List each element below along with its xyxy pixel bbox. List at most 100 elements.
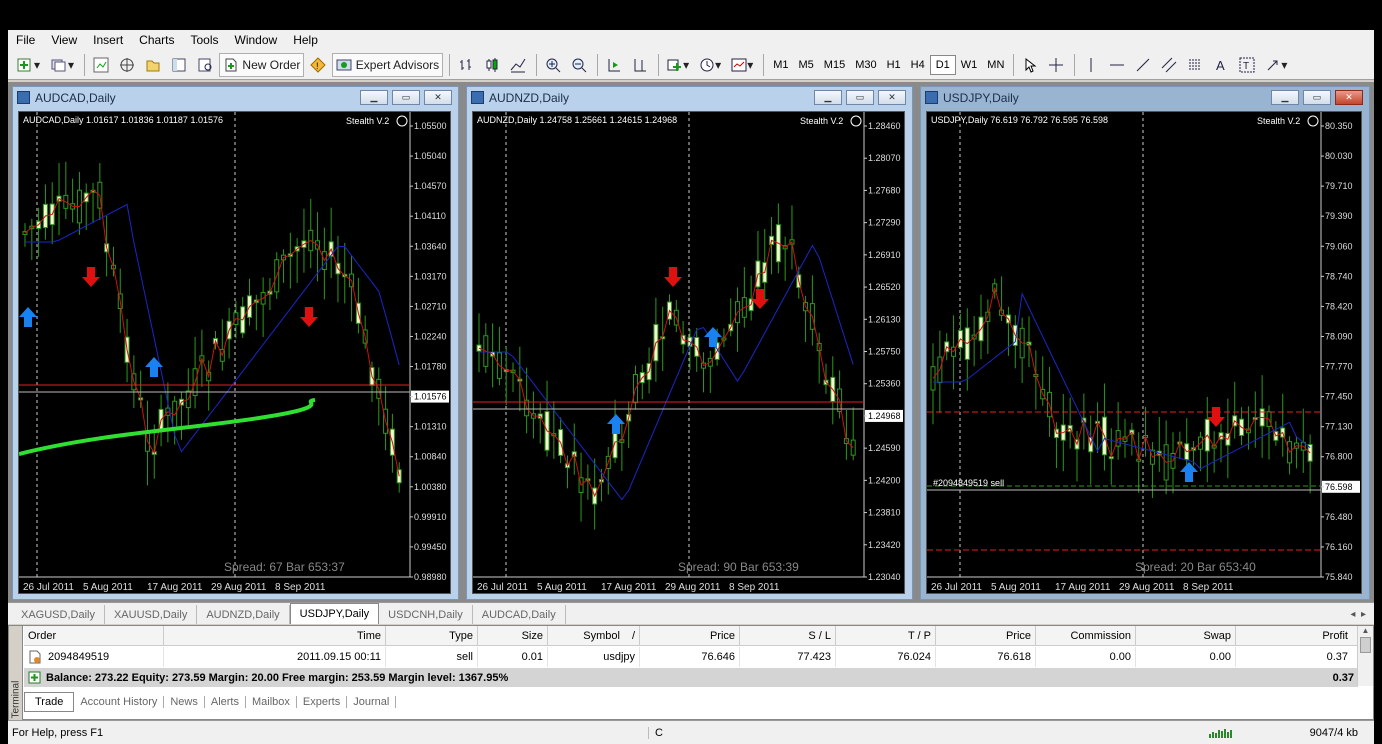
- tab-mailbox[interactable]: Mailbox: [246, 696, 297, 708]
- timeframe-h1[interactable]: H1: [882, 55, 906, 75]
- col-commission[interactable]: Commission: [1036, 626, 1136, 646]
- arrows-icon[interactable]: ▾: [1261, 53, 1291, 77]
- bar-chart-icon[interactable]: [454, 53, 478, 77]
- chart-tab-audnzd[interactable]: AUDNZD,Daily: [197, 605, 290, 624]
- horizontal-line-icon[interactable]: [1105, 53, 1129, 77]
- fibonacci-icon[interactable]: [1183, 53, 1207, 77]
- profiles-icon[interactable]: ▾: [46, 53, 78, 77]
- maximize-button[interactable]: ▭: [392, 90, 420, 105]
- maximize-button[interactable]: ▭: [846, 90, 874, 105]
- crosshair-icon[interactable]: [1044, 53, 1068, 77]
- data-window-icon[interactable]: [141, 53, 165, 77]
- col-profit[interactable]: Profit: [1236, 626, 1352, 646]
- meta-editor-icon[interactable]: !: [306, 53, 330, 77]
- terminal-scrollbar[interactable]: ▲: [1357, 626, 1373, 686]
- buy-arrow-icon: [19, 307, 37, 327]
- cell-tp[interactable]: 76.024: [836, 647, 936, 667]
- strategy-tester-icon[interactable]: [193, 53, 217, 77]
- menu-file[interactable]: File: [8, 33, 43, 47]
- tab-journal[interactable]: Journal: [347, 696, 397, 708]
- timeframe-m5[interactable]: M5: [794, 55, 819, 75]
- tab-alerts[interactable]: Alerts: [205, 696, 246, 708]
- menu-view[interactable]: View: [43, 33, 85, 47]
- col-current-price[interactable]: Price: [936, 626, 1036, 646]
- col-type[interactable]: Type: [386, 626, 478, 646]
- timeframe-w1[interactable]: W1: [956, 55, 983, 75]
- new-order-button[interactable]: New Order: [219, 52, 305, 77]
- col-time[interactable]: Time: [164, 626, 386, 646]
- zoom-in-icon[interactable]: [541, 53, 565, 77]
- tab-experts[interactable]: Experts: [297, 696, 348, 708]
- chart-tab-xagusd[interactable]: XAGUSD,Daily: [12, 605, 105, 624]
- menu-insert[interactable]: Insert: [85, 33, 131, 47]
- timeframe-m30[interactable]: M30: [850, 55, 881, 75]
- price-chart[interactable]: 1.05500 1.05040 1.04570 1.04110 1.03640 1.031…: [18, 111, 451, 594]
- chart-window-audcad[interactable]: AUDCAD,Daily ▁ ▭ ✕ 1.05500 1.05040 1.04570 1.…: [12, 86, 459, 600]
- col-price[interactable]: Price: [640, 626, 740, 646]
- close-button[interactable]: ✕: [1335, 90, 1363, 105]
- maximize-button[interactable]: ▭: [1303, 90, 1331, 105]
- expert-advisors-button[interactable]: Expert Advisors: [332, 52, 444, 77]
- col-size[interactable]: Size: [478, 626, 548, 646]
- timeframe-mn[interactable]: MN: [982, 55, 1009, 75]
- zoom-out-icon[interactable]: [567, 53, 591, 77]
- timeframe-m15[interactable]: M15: [819, 55, 850, 75]
- scroll-up-icon[interactable]: ▲: [1358, 626, 1373, 635]
- menu-help[interactable]: Help: [285, 33, 326, 47]
- menu-tools[interactable]: Tools: [183, 33, 227, 47]
- status-bar: For Help, press F1 C 9047/4 kb: [8, 720, 1374, 744]
- minimize-button[interactable]: ▁: [814, 90, 842, 105]
- vertical-line-icon[interactable]: [1079, 53, 1103, 77]
- close-button[interactable]: ✕: [878, 90, 906, 105]
- price-tick-label: 1.02240: [414, 331, 447, 341]
- chart-tab-xauusd[interactable]: XAUUSD,Daily: [105, 605, 198, 624]
- cell-type: sell: [386, 647, 478, 667]
- balance-summary: Balance: 273.22 Equity: 273.59 Margin: 2…: [46, 671, 509, 684]
- sort-indicator: /: [631, 630, 635, 642]
- chart-tab-usdcnh[interactable]: USDCNH,Daily: [379, 605, 473, 624]
- col-tp[interactable]: T / P: [836, 626, 936, 646]
- minimize-button[interactable]: ▁: [360, 90, 388, 105]
- col-sl[interactable]: S / L: [740, 626, 836, 646]
- chart-window-audnzd[interactable]: AUDNZD,Daily ▁ ▭ ✕ 1.28460 1.28070 1.27680 1.…: [466, 86, 913, 600]
- close-button[interactable]: ✕: [424, 90, 452, 105]
- trendline-icon[interactable]: [1131, 53, 1155, 77]
- equidistant-channel-icon[interactable]: [1157, 53, 1181, 77]
- navigator-icon[interactable]: [115, 53, 139, 77]
- scroll-thumb[interactable]: [1360, 637, 1371, 653]
- price-chart[interactable]: 1.28460 1.28070 1.27680 1.27290 1.26910 1.265…: [472, 111, 905, 594]
- col-order[interactable]: Order: [24, 626, 164, 646]
- chart-tab-usdjpy[interactable]: USDJPY,Daily: [289, 603, 380, 624]
- chart-window-usdjpy[interactable]: USDJPY,Daily ▁ ▭ ✕ 80.350 80.030 79.710 79.39…: [920, 86, 1370, 600]
- periods-icon[interactable]: ▾: [695, 53, 725, 77]
- col-symbol[interactable]: Symbol /: [548, 626, 640, 646]
- market-watch-icon[interactable]: [89, 53, 113, 77]
- minimize-button[interactable]: ▁: [1271, 90, 1299, 105]
- candlesticks-icon[interactable]: [480, 53, 504, 77]
- tab-scroll-arrows[interactable]: ◂ ▸: [1342, 604, 1374, 624]
- tab-trade[interactable]: Trade: [24, 692, 75, 712]
- table-row[interactable]: 2094849519 2011.09.15 00:11 sell 0.01 us…: [24, 647, 1358, 667]
- cell-sl[interactable]: 77.423: [740, 647, 836, 667]
- auto-scroll-icon[interactable]: [602, 53, 626, 77]
- timeframe-h4[interactable]: H4: [906, 55, 930, 75]
- chart-shift-icon[interactable]: [628, 53, 652, 77]
- line-chart-icon[interactable]: [506, 53, 530, 77]
- timeframe-m1[interactable]: M1: [768, 55, 793, 75]
- menu-window[interactable]: Window: [227, 33, 286, 47]
- price-tick-label: 1.28070: [868, 153, 901, 163]
- tab-news[interactable]: News: [164, 696, 205, 708]
- terminal-icon[interactable]: [167, 53, 191, 77]
- price-chart[interactable]: 80.350 80.030 79.710 79.390 79.060 78.740 78.4…: [926, 111, 1362, 594]
- templates-icon[interactable]: ▾: [727, 53, 757, 77]
- tab-account-history[interactable]: Account History: [74, 696, 165, 708]
- text-icon[interactable]: A: [1209, 53, 1233, 77]
- indicators-icon[interactable]: ▾: [663, 53, 693, 77]
- timeframe-d1[interactable]: D1: [929, 54, 956, 75]
- text-label-icon[interactable]: T: [1235, 53, 1259, 77]
- cursor-icon[interactable]: [1018, 53, 1042, 77]
- new-chart-icon[interactable]: ▾: [12, 53, 44, 77]
- col-swap[interactable]: Swap: [1136, 626, 1236, 646]
- menu-charts[interactable]: Charts: [131, 33, 182, 47]
- chart-tab-audcad[interactable]: AUDCAD,Daily: [473, 605, 566, 624]
